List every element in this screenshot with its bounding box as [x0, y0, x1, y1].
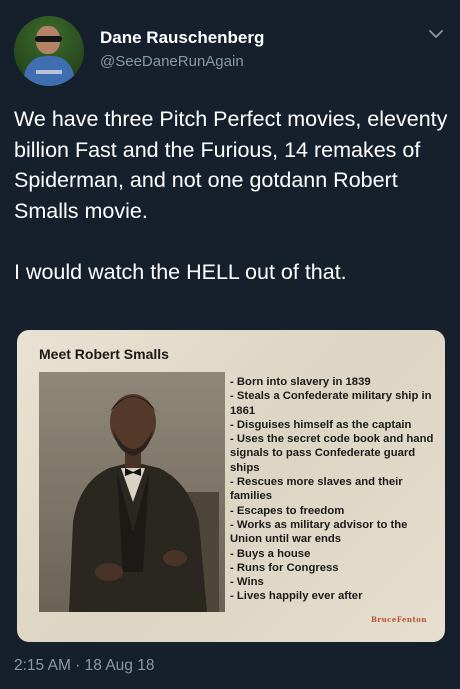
artist-signature: BruceFenton [370, 615, 427, 624]
chevron-down-icon[interactable] [428, 26, 444, 42]
avatar[interactable] [14, 16, 84, 86]
tweet-timestamp[interactable]: 2:15 AM · 18 Aug 18 [14, 657, 154, 675]
author-name[interactable]: Dane Rauschenberg [100, 28, 264, 48]
list-item: - Works as military advisor to the Union… [230, 518, 408, 546]
author-handle[interactable]: @SeeDaneRunAgain [100, 53, 244, 70]
list-item: - Wins [230, 576, 264, 589]
facts-list: - Born into slavery in 1839 - Steals a C… [230, 375, 436, 604]
tweet-media-image[interactable]: Meet Robert Smalls - Born into slavery i… [17, 330, 445, 642]
tweet-text: We have three Pitch Perfect movies, elev… [14, 107, 448, 284]
portrait-illustration [69, 394, 219, 612]
avatar-sunglasses [35, 36, 62, 42]
list-item: - Escapes to freedom [230, 504, 345, 517]
list-item: - Uses the secret code book and hand sig… [230, 433, 434, 474]
tweet-header: Dane Rauschenberg @SeeDaneRunAgain [14, 16, 446, 88]
list-item: - Runs for Congress [230, 561, 339, 574]
list-item: - Disguises himself as the captain [230, 418, 412, 431]
robert-smalls-portrait [39, 372, 225, 612]
list-item: - Steals a Confederate military ship in … [230, 390, 432, 417]
list-item: - Born into slavery in 1839 [230, 376, 371, 388]
list-item: - Buys a house [230, 547, 311, 560]
list-item: - Lives happily ever after [230, 590, 363, 603]
media-title: Meet Robert Smalls [39, 346, 169, 362]
avatar-shirt-print [36, 70, 62, 74]
list-item: - Rescues more slaves and their families [230, 476, 403, 503]
